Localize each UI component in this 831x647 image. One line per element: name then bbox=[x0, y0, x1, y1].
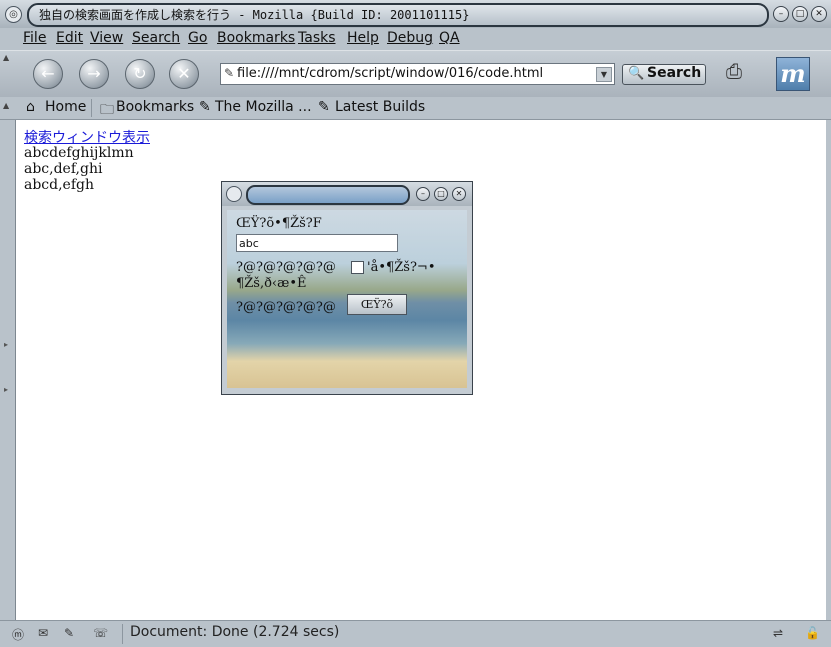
menu-tasks[interactable]: Tasks bbox=[298, 30, 336, 46]
bookmark-icon: ✎ bbox=[318, 99, 330, 115]
popup-title-pill[interactable] bbox=[246, 185, 410, 205]
reload-button[interactable]: ↻ bbox=[125, 59, 155, 89]
status-bar: ⓜ ✉ ✎ ☏ Document: Done (2.724 secs) ⇌ 🔓 bbox=[0, 620, 831, 647]
toolbar-grip-icon[interactable]: ▲ bbox=[3, 53, 11, 62]
window-menu-icon[interactable]: ◎ bbox=[5, 6, 22, 23]
checkbox-label-continued: ¶Žš,ð‹æ•Ê bbox=[236, 276, 307, 291]
url-text: file:////mnt/cdrom/script/window/016/cod… bbox=[237, 66, 544, 81]
menu-search[interactable]: Search bbox=[132, 30, 180, 46]
print-icon[interactable]: ⎙ bbox=[726, 59, 742, 83]
stop-button[interactable]: ✕ bbox=[169, 59, 199, 89]
address-book-icon[interactable]: ☏ bbox=[93, 626, 108, 640]
menu-view[interactable]: View bbox=[90, 30, 123, 46]
title-bar: ◎ 独自の検索画面を作成し検索を行う - Mozilla {Build ID: … bbox=[0, 0, 831, 28]
sidebar-grip[interactable]: ▸ ▸ bbox=[0, 120, 14, 620]
popup-window-menu-icon[interactable] bbox=[226, 186, 242, 202]
navigation-toolbar: ▲ ← → ↻ ✕ ✎ file:////mnt/cdrom/script/wi… bbox=[0, 50, 831, 98]
mozilla-throbber-icon[interactable]: m bbox=[776, 57, 810, 91]
popup-title-bar: – □ ✕ bbox=[222, 182, 472, 206]
window-title: 独自の検索画面を作成し検索を行う - Mozilla {Build ID: 20… bbox=[39, 8, 470, 22]
maximize-icon[interactable]: □ bbox=[792, 6, 808, 22]
checkbox-label: 'å•¶Žš?¬• bbox=[367, 260, 436, 275]
home-button[interactable]: Home bbox=[45, 99, 86, 115]
search-button[interactable]: 🔍 Search bbox=[622, 64, 706, 85]
security-lock-icon[interactable]: 🔓 bbox=[805, 626, 820, 640]
button-spacer-text: ?@?@?@?@?@ bbox=[236, 300, 336, 315]
status-text: Document: Done (2.724 secs) bbox=[130, 624, 340, 640]
popup-minimize-icon[interactable]: – bbox=[416, 187, 430, 201]
home-icon: ⌂ bbox=[26, 99, 35, 115]
search-button-label: Search bbox=[647, 65, 702, 81]
browser-window: ◎ 独自の検索画面を作成し検索を行う - Mozilla {Build ID: … bbox=[0, 0, 831, 647]
url-dropdown-icon[interactable]: ▼ bbox=[596, 67, 612, 82]
menu-edit[interactable]: Edit bbox=[56, 30, 83, 46]
bookmark-icon: ✎ bbox=[199, 99, 211, 115]
sidebar-toggle-icon[interactable]: ▸ bbox=[4, 385, 8, 394]
search-input[interactable]: abc bbox=[236, 234, 398, 252]
back-button[interactable]: ← bbox=[33, 59, 63, 89]
close-icon[interactable]: ✕ bbox=[811, 6, 827, 22]
page-proxy-icon: ✎ bbox=[224, 66, 235, 80]
search-popup-window: – □ ✕ ŒŸ?õ•¶Žš?F abc ?@?@?@?@?@ 'å•¶Žš?¬… bbox=[221, 181, 473, 395]
popup-body: ŒŸ?õ•¶Žš?F abc ?@?@?@?@?@ 'å•¶Žš?¬• ¶Žš,… bbox=[227, 210, 467, 388]
menu-help[interactable]: Help bbox=[347, 30, 379, 46]
bookmark-mozilla[interactable]: The Mozilla ... bbox=[215, 99, 312, 115]
popup-close-icon[interactable]: ✕ bbox=[452, 187, 466, 201]
menu-bookmarks[interactable]: Bookmarks bbox=[217, 30, 295, 46]
menu-qa[interactable]: QA bbox=[439, 30, 460, 46]
online-status-icon[interactable]: ⇌ bbox=[773, 626, 783, 640]
page-text-line: abc,def,ghi bbox=[24, 161, 103, 177]
page-text-line: abcd,efgh bbox=[24, 177, 95, 193]
sidebar-toggle-icon[interactable]: ▸ bbox=[4, 340, 8, 349]
search-icon: 🔍 bbox=[628, 66, 645, 81]
case-sensitive-checkbox[interactable] bbox=[351, 261, 364, 274]
popup-maximize-icon[interactable]: □ bbox=[434, 187, 448, 201]
search-submit-button[interactable]: ŒŸ?õ bbox=[347, 294, 407, 315]
option-spacer-text: ?@?@?@?@?@ bbox=[236, 260, 336, 275]
mail-icon[interactable]: ✉ bbox=[38, 626, 48, 640]
toolbar-grip-icon[interactable]: ▲ bbox=[3, 101, 11, 110]
bookmark-latest-builds[interactable]: Latest Builds bbox=[335, 99, 425, 115]
composer-icon[interactable]: ✎ bbox=[64, 626, 74, 640]
toolbar-separator bbox=[91, 99, 92, 117]
menu-bar: File Edit View Search Go Bookmarks Tasks… bbox=[0, 28, 831, 50]
status-separator bbox=[122, 624, 123, 644]
menu-debug[interactable]: Debug bbox=[387, 30, 433, 46]
personal-toolbar: ▲ ⌂ Home 🗀 Bookmarks ✎ The Mozilla ... ✎… bbox=[0, 97, 831, 120]
search-label: ŒŸ?õ•¶Žš?F bbox=[236, 216, 322, 231]
search-window-link[interactable]: 検索ウィンドウ表示 bbox=[24, 127, 150, 147]
menu-go[interactable]: Go bbox=[188, 30, 207, 46]
bookmarks-button[interactable]: Bookmarks bbox=[116, 99, 194, 115]
minimize-icon[interactable]: – bbox=[773, 6, 789, 22]
menu-file[interactable]: File bbox=[23, 30, 46, 46]
url-field[interactable]: ✎ file:////mnt/cdrom/script/window/016/c… bbox=[220, 63, 615, 85]
mozilla-icon[interactable]: ⓜ bbox=[12, 626, 24, 643]
page-text-line: abcdefghijklmn bbox=[24, 145, 134, 161]
forward-button[interactable]: → bbox=[79, 59, 109, 89]
